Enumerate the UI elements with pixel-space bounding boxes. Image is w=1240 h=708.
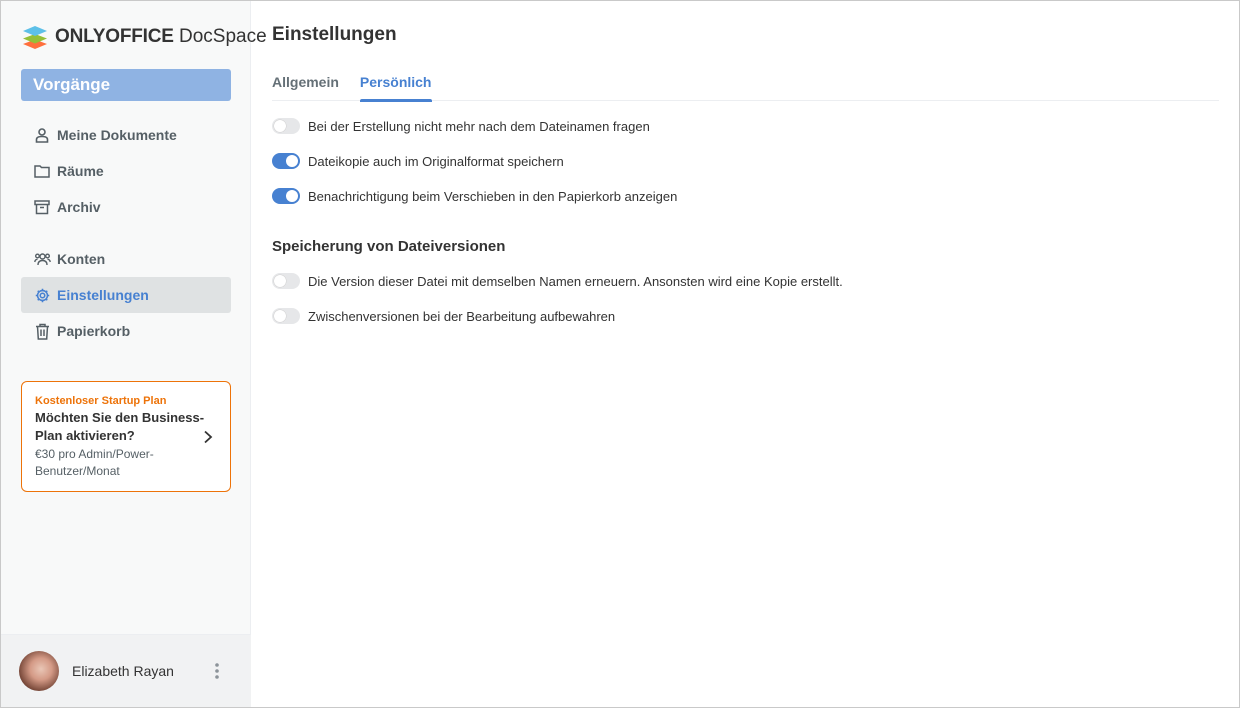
- folder-icon: [33, 162, 51, 180]
- gear-icon: [33, 286, 51, 304]
- sidebar-item-label: Meine Dokumente: [57, 127, 177, 143]
- promo-subtext: €30 pro Admin/Power-Benutzer/Monat: [35, 447, 154, 478]
- toggle-update-version-same-name[interactable]: [272, 273, 300, 289]
- actions-button[interactable]: Vorgänge: [21, 69, 231, 101]
- sidebar-item-label: Räume: [57, 163, 104, 179]
- tab-general[interactable]: Allgemein: [272, 74, 339, 101]
- sidebar-item-rooms[interactable]: Räume: [21, 153, 231, 189]
- sidebar-item-archive[interactable]: Archiv: [21, 189, 231, 225]
- sidebar-item-label: Einstellungen: [57, 287, 149, 303]
- trash-icon: [33, 322, 51, 340]
- users-icon: [33, 250, 51, 268]
- setting-row: Benachrichtigung beim Verschieben in den…: [272, 186, 677, 206]
- setting-label: Die Version dieser Datei mit demselben N…: [308, 273, 843, 289]
- promo-title: Kostenloser Startup Plan: [35, 395, 167, 407]
- sidebar-item-settings[interactable]: Einstellungen: [21, 277, 231, 313]
- setting-row: Bei der Erstellung nicht mehr nach dem D…: [272, 116, 650, 136]
- sidebar-item-label: Papierkorb: [57, 323, 131, 339]
- sidebar: ONLYOFFICE DocSpace Vorgänge Meine Dokum…: [1, 1, 267, 707]
- setting-row: Dateikopie auch im Originalformat speich…: [272, 151, 564, 171]
- more-options-icon[interactable]: [205, 659, 229, 683]
- sidebar-item-label: Konten: [57, 251, 106, 267]
- promo-headline: Möchten Sie den Business-Plan aktivieren…: [35, 410, 205, 443]
- setting-row: Zwischenversionen bei der Bearbeitung au…: [272, 306, 615, 326]
- setting-label: Bei der Erstellung nicht mehr nach dem D…: [308, 118, 650, 134]
- promo-banner[interactable]: Kostenloser Startup Plan Möchten Sie den…: [21, 381, 231, 492]
- sidebar-item-label: Archiv: [57, 199, 101, 215]
- sidebar-item-my-documents[interactable]: Meine Dokumente: [21, 117, 231, 153]
- sidebar-nav-main: Meine Dokumente Räume Archiv: [21, 117, 231, 225]
- logo-text: ONLYOFFICE DocSpace: [55, 26, 267, 47]
- toggle-keep-intermediate-versions[interactable]: [272, 308, 300, 324]
- setting-label: Dateikopie auch im Originalformat speich…: [308, 153, 564, 169]
- settings-tabs: Allgemein Persönlich: [272, 74, 1219, 102]
- logo[interactable]: ONLYOFFICE DocSpace: [21, 23, 267, 51]
- archive-icon: [33, 198, 51, 216]
- toggle-keep-original-format[interactable]: [272, 153, 300, 169]
- sidebar-item-accounts[interactable]: Konten: [21, 241, 231, 277]
- sidebar-nav-secondary: Konten Einstellungen Papierkorb: [21, 241, 231, 349]
- setting-row: Die Version dieser Datei mit demselben N…: [272, 271, 843, 291]
- sidebar-item-trash[interactable]: Papierkorb: [21, 313, 231, 349]
- tab-personal[interactable]: Persönlich: [359, 74, 432, 102]
- onlyoffice-logo-icon: [23, 26, 47, 49]
- avatar[interactable]: [19, 651, 59, 691]
- user-profile[interactable]: Elizabeth Rayan: [1, 634, 251, 707]
- setting-label: Benachrichtigung beim Verschieben in den…: [308, 188, 678, 204]
- page-title: Einstellungen: [272, 24, 397, 45]
- profile-name: Elizabeth Rayan: [72, 663, 174, 679]
- person-icon: [33, 126, 51, 144]
- toggle-ask-filename[interactable]: [272, 118, 300, 134]
- chevron-right-icon[interactable]: [202, 430, 214, 444]
- section-title-file-versions: Speicherung von Dateiversionen: [272, 238, 506, 255]
- setting-label: Zwischenversionen bei der Bearbeitung au…: [308, 308, 616, 324]
- toggle-trash-notification[interactable]: [272, 188, 300, 204]
